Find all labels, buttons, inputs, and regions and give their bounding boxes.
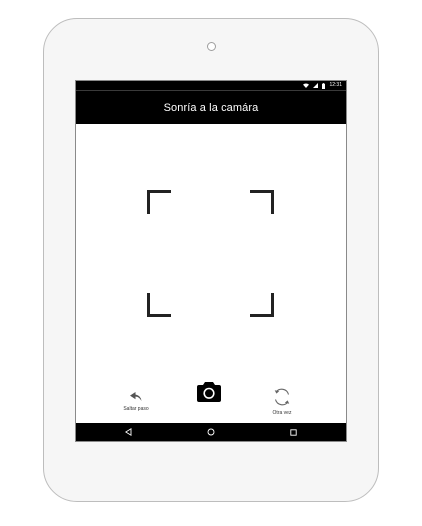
status-time: 12:31 <box>329 82 342 88</box>
recent-square-icon <box>289 428 297 436</box>
nav-recent-apps-button[interactable] <box>288 427 298 437</box>
back-triangle-icon <box>124 428 131 436</box>
retry-label: Otra vez <box>272 410 292 416</box>
device-screen: 12:31 Sonría a la camára Saltar paso Otr… <box>76 81 346 441</box>
front-camera-dot <box>207 42 216 51</box>
viewfinder-corner-top-right <box>250 190 274 214</box>
camera-icon <box>197 382 221 402</box>
viewfinder-corner-top-left <box>147 190 171 214</box>
skip-step-label: Saltar paso <box>123 406 149 412</box>
wifi-icon <box>303 83 310 88</box>
navigation-bar <box>76 423 346 441</box>
status-bar: 12:31 <box>76 81 346 91</box>
capture-photo-button[interactable] <box>194 381 224 402</box>
status-icons: 12:31 <box>303 82 342 89</box>
nav-home-button[interactable] <box>206 427 216 437</box>
refresh-icon <box>274 388 290 406</box>
viewfinder-corner-bottom-left <box>147 293 171 317</box>
skip-step-button[interactable]: Saltar paso <box>116 391 156 412</box>
signal-icon <box>313 83 319 88</box>
battery-icon <box>322 82 326 89</box>
viewfinder-corner-bottom-right <box>250 293 274 317</box>
app-bar: Sonría a la camára <box>76 91 346 124</box>
stage: 12:31 Sonría a la camára Saltar paso Otr… <box>0 0 422 526</box>
face-viewfinder <box>147 190 274 317</box>
nav-back-button[interactable] <box>123 427 133 437</box>
home-circle-icon <box>207 428 215 436</box>
page-title: Sonría a la camára <box>163 101 259 114</box>
retry-button[interactable]: Otra vez <box>262 387 302 416</box>
back-arrow-icon <box>130 392 142 401</box>
